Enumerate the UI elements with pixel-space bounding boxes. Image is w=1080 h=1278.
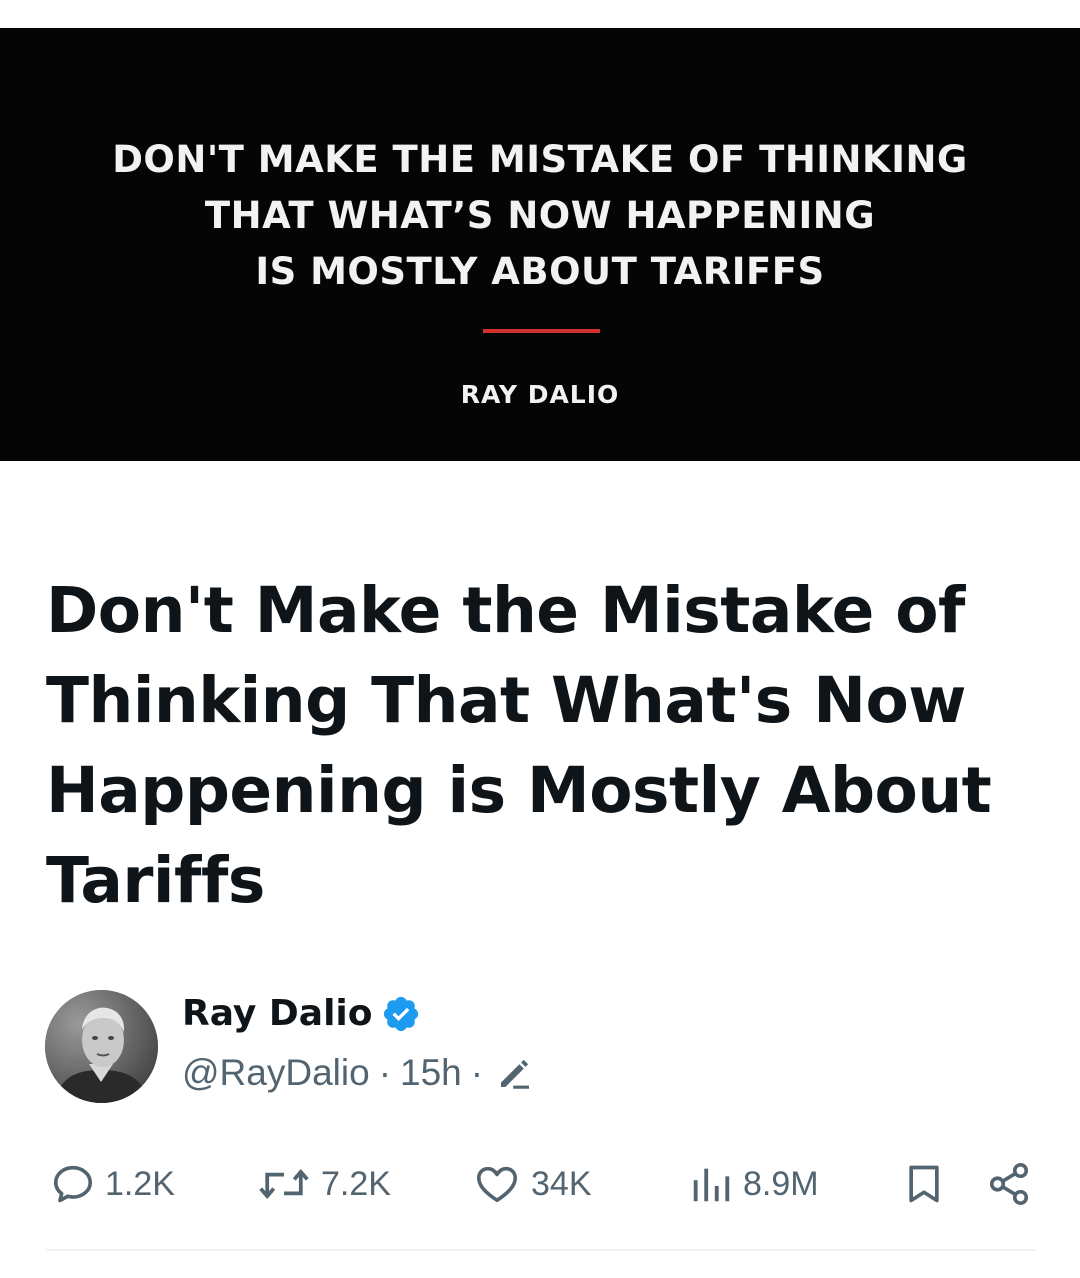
- repost-count: 7.2K: [321, 1164, 391, 1203]
- share-button[interactable]: [986, 1152, 1032, 1216]
- post-meta: @RayDalio · 15h ·: [182, 1052, 536, 1094]
- repost-button[interactable]: 7.2K: [256, 1152, 391, 1216]
- meta-separator: ·: [470, 1052, 484, 1093]
- cover-quote-line: THAT WHAT’S NOW HAPPENING: [204, 194, 876, 237]
- article-cover-image[interactable]: DON'T MAKE THE MISTAKE OF THINKING THAT …: [0, 28, 1080, 461]
- post-action-bar: 1.2K 7.2K 34K 8.9M: [0, 1152, 1080, 1216]
- views-chart-icon: [693, 1168, 730, 1202]
- cover-quote: DON'T MAKE THE MISTAKE OF THINKING THAT …: [0, 132, 1080, 300]
- author-name[interactable]: Ray Dalio: [182, 993, 421, 1034]
- cover-author: RAY DALIO: [460, 380, 620, 409]
- verified-badge-icon[interactable]: [381, 994, 421, 1034]
- avatar-portrait-icon: [45, 990, 158, 1103]
- repost-icon: [259, 1169, 309, 1199]
- heart-icon: [476, 1166, 518, 1203]
- post-timestamp[interactable]: 15h: [400, 1052, 462, 1094]
- cover-quote-line: DON'T MAKE THE MISTAKE OF THINKING: [112, 138, 968, 181]
- reply-icon: [53, 1165, 93, 1203]
- cover-quote-line: IS MOSTLY ABOUT TARIFFS: [255, 250, 825, 293]
- share-icon: [989, 1163, 1029, 1205]
- bookmark-button[interactable]: [902, 1152, 946, 1216]
- avatar[interactable]: [45, 990, 158, 1103]
- views-button[interactable]: 8.9M: [688, 1152, 819, 1216]
- author-name-text: Ray Dalio: [182, 993, 373, 1034]
- bookmark-icon: [909, 1165, 939, 1203]
- author-handle[interactable]: @RayDalio: [182, 1052, 370, 1094]
- reply-count: 1.2K: [105, 1164, 175, 1203]
- like-button[interactable]: 34K: [472, 1152, 592, 1216]
- cover-accent-rule: [483, 329, 600, 333]
- like-count: 34K: [531, 1164, 592, 1203]
- reply-button[interactable]: 1.2K: [50, 1152, 175, 1216]
- meta-separator: ·: [378, 1052, 392, 1093]
- edit-pencil-icon[interactable]: [494, 1052, 536, 1094]
- article-title[interactable]: Don't Make the Mistake of Thinking That …: [46, 566, 1056, 926]
- views-count: 8.9M: [743, 1164, 819, 1203]
- bottom-divider: [46, 1249, 1036, 1251]
